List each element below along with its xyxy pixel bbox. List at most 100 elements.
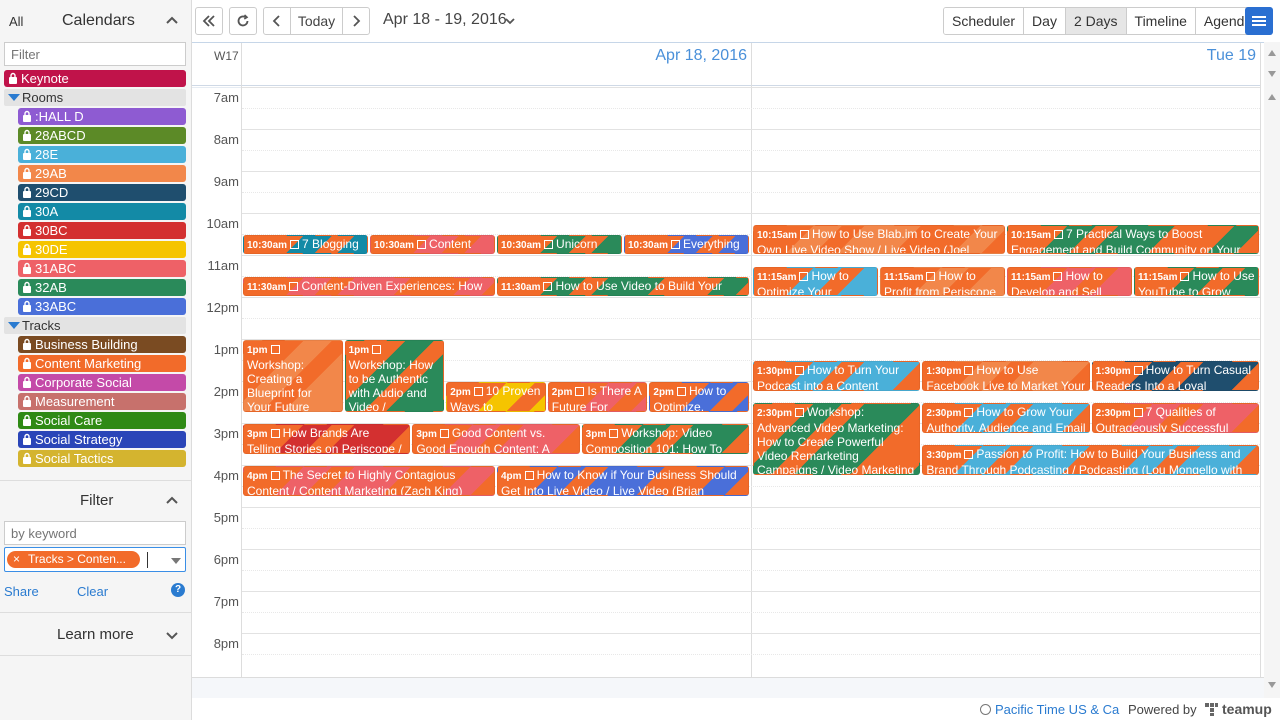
event-time: 2pm: [450, 387, 471, 398]
collapse-triangle-icon[interactable]: [8, 322, 20, 329]
calendar-item[interactable]: Keynote: [4, 70, 186, 87]
hour-label: 4pm: [213, 468, 239, 483]
calendar-item[interactable]: 30BC: [18, 222, 186, 239]
calendar-item[interactable]: Social Tactics: [18, 450, 186, 467]
tag-remove-icon[interactable]: ×: [13, 552, 20, 566]
collapse-triangle-icon[interactable]: [8, 94, 20, 101]
chevron-down-icon[interactable]: [504, 15, 516, 27]
lock-icon: [23, 186, 31, 198]
calendar-event[interactable]: 2pm How to Optimize,: [649, 382, 749, 412]
calendar-item[interactable]: Corporate Social: [18, 374, 186, 391]
day-header-tue-19[interactable]: Tue 19: [1004, 47, 1256, 65]
calendar-item[interactable]: Social Care: [18, 412, 186, 429]
calendar-event[interactable]: 2pm Is There A Future For: [547, 382, 648, 412]
calendar-item[interactable]: Measurement: [18, 393, 186, 410]
help-icon[interactable]: ?: [171, 583, 185, 597]
calendar-event[interactable]: 1pm Workshop: How to be Authentic with Au…: [344, 340, 445, 412]
all-calendars-link[interactable]: All: [9, 14, 23, 29]
chevron-up-icon[interactable]: [164, 492, 180, 508]
calendar-event[interactable]: 3pm Workshop: Video Composition 101: How …: [581, 424, 749, 454]
calendar-item[interactable]: Social Strategy: [18, 431, 186, 448]
calendar-event[interactable]: 2:30pm 7 Qualities of Outrageously Succes…: [1091, 403, 1259, 433]
calendar-item-label: 30BC: [35, 223, 68, 238]
brand-logo[interactable]: teamup: [1222, 701, 1272, 717]
calendar-item[interactable]: :HALL D: [18, 108, 186, 125]
view-button-day[interactable]: Day: [1024, 8, 1066, 34]
calendar-item[interactable]: 31ABC: [18, 260, 186, 277]
calendar-item[interactable]: Business Building: [18, 336, 186, 353]
active-filter-tag[interactable]: × Tracks > Conten...: [7, 551, 140, 568]
calendar-event[interactable]: 3pm Good Content vs. Good Enough Content:…: [412, 424, 580, 454]
clear-link[interactable]: Clear: [77, 584, 108, 599]
main-menu-button[interactable]: [1245, 7, 1273, 35]
calendar-event[interactable]: 10:30am7 Blogging Tools to Improve Your: [243, 235, 368, 254]
vertical-scrollbar[interactable]: [1264, 42, 1280, 698]
jump-back-button[interactable]: [195, 7, 223, 35]
calendar-event[interactable]: 11:15am How to Optimize Your: [753, 266, 878, 296]
calendar-item[interactable]: 30DE: [18, 241, 186, 258]
calendar-event[interactable]: 4pm How to Know if Your Business Should G…: [497, 466, 749, 496]
calendar-event[interactable]: 1:30pm How to Use Facebook Live to Market…: [922, 361, 1090, 391]
hour-label: 7pm: [213, 594, 239, 609]
calendar-group-header[interactable]: Tracks: [4, 317, 186, 334]
calendar-group-header[interactable]: Rooms: [4, 89, 186, 106]
calendar-event[interactable]: 10:30amContent Marketing for Small: [370, 235, 495, 254]
calendar-item[interactable]: 28ABCD: [18, 127, 186, 144]
date-range-label[interactable]: Apr 18 - 19, 2016: [383, 11, 507, 29]
learn-more-link[interactable]: Learn more: [57, 626, 134, 643]
timezone-link[interactable]: Pacific Time US & Ca: [995, 702, 1119, 717]
calendar-event[interactable]: 11:15am How to Develop and Sell: [1007, 266, 1132, 296]
calendar-event[interactable]: 10:15am How to Use Blab.im to Create Your…: [753, 224, 1005, 254]
next-button[interactable]: [342, 7, 370, 35]
lock-icon: [23, 452, 31, 464]
calendar-item[interactable]: 32AB: [18, 279, 186, 296]
calendar-event[interactable]: 1:30pm How to Turn Casual Readers Into a …: [1091, 361, 1259, 391]
view-button-scheduler[interactable]: Scheduler: [944, 8, 1025, 34]
calendar-event[interactable]: 11:30amContent-Driven Experiences: How t…: [243, 277, 495, 296]
chevron-down-icon[interactable]: [164, 627, 180, 643]
calendar-event[interactable]: 10:30amUnicorn Poop: How to Use: [497, 235, 622, 254]
hour-line: [242, 87, 1260, 88]
refresh-button[interactable]: [229, 7, 257, 35]
calendar-filter-input[interactable]: [4, 42, 186, 66]
event-title: Passion to Profit: How to Build Your Bus…: [926, 447, 1243, 475]
calendar-item-label: Social Care: [35, 413, 103, 428]
calendar-event[interactable]: 3:30pm Passion to Profit: How to Build Yo…: [922, 445, 1259, 475]
calendar-event[interactable]: 2:30pm How to Grow Your Authority, Audien…: [922, 403, 1090, 433]
previous-button[interactable]: [263, 7, 291, 35]
day-header-apr-18[interactable]: Apr 18, 2016: [492, 47, 747, 65]
calendar-event[interactable]: 10:15am 7 Practical Ways to Boost Engagem…: [1007, 224, 1259, 254]
calendar-event[interactable]: 11:15am How to Profit from Periscope: [880, 266, 1005, 296]
calendar-event[interactable]: 11:15am How to Use YouTube to Grow: [1134, 266, 1259, 296]
calendar-item[interactable]: 29CD: [18, 184, 186, 201]
track-filter-select[interactable]: × Tracks > Conten...: [4, 547, 186, 572]
view-button-timeline[interactable]: Timeline: [1126, 8, 1196, 34]
calendar-item[interactable]: Content Marketing: [18, 355, 186, 372]
keyword-filter-input[interactable]: [4, 521, 186, 545]
calendar-item[interactable]: 33ABC: [18, 298, 186, 315]
calendar-event[interactable]: 3pm How Brands Are Telling Stories on Per…: [243, 424, 411, 454]
chevron-up-icon[interactable]: [164, 12, 180, 28]
view-button-2-days[interactable]: 2 Days: [1065, 8, 1127, 34]
calendar-event[interactable]: 11:30amHow to Use Video to Build Your Br…: [497, 277, 749, 296]
calendar-event[interactable]: 4pm The Secret to Highly Contagious Conte…: [243, 466, 495, 496]
event-time: 1:30pm: [926, 366, 962, 377]
today-button[interactable]: Today: [290, 7, 343, 35]
scroll-up-icon[interactable]: [1268, 94, 1276, 100]
calendar-event[interactable]: 10:30amEverything You Need To Know To: [624, 235, 749, 254]
event-time: 11:30am: [501, 282, 541, 293]
dropdown-arrow-icon[interactable]: [171, 558, 181, 564]
scroll-down-icon[interactable]: [1268, 682, 1276, 688]
scroll-up-icon[interactable]: [1268, 50, 1276, 56]
calendar-item[interactable]: 30A: [18, 203, 186, 220]
scroll-down-icon[interactable]: [1268, 71, 1276, 77]
calendar-event[interactable]: 2:30pm Workshop: Advanced Video Marketing…: [753, 403, 921, 475]
calendar-event[interactable]: 2pm 10 Proven Ways to: [446, 382, 546, 412]
calendar-item[interactable]: 28E: [18, 146, 186, 163]
calendar-event[interactable]: 1pm Workshop: Creating a Blueprint for Yo…: [243, 340, 343, 412]
share-link[interactable]: Share: [4, 584, 39, 599]
hour-line: [242, 591, 1260, 592]
calendar-item[interactable]: 29AB: [18, 165, 186, 182]
calendar-group-label: Rooms: [22, 90, 64, 105]
calendar-event[interactable]: 1:30pm How to Turn Your Podcast into a Co…: [753, 361, 921, 391]
